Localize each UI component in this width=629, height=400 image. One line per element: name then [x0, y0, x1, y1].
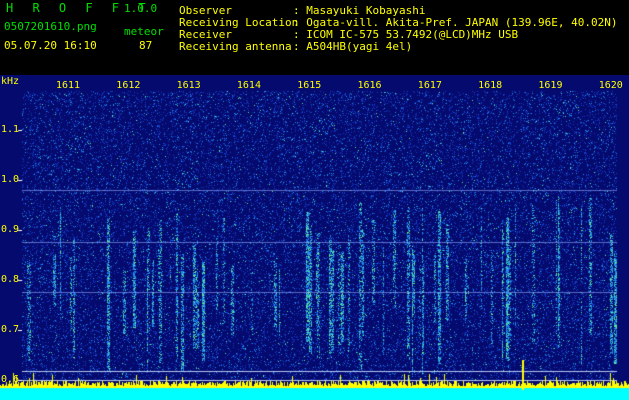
app-version: 1.0.0: [124, 2, 158, 15]
info-key-antenna: Receiving antenna: [179, 40, 292, 53]
detection-count: 87: [139, 39, 153, 52]
mode-label: meteor: [124, 25, 164, 38]
file-name: 0507201610.png: [4, 20, 97, 33]
spectrogram-canvas: [0, 75, 629, 400]
timestamp: 05.07.20 16:10: [4, 39, 97, 52]
info-value-antenna: : A504HB(yagi 4el): [293, 40, 413, 53]
header-panel: H R O F F T 1.0.0 0507201610.png meteor …: [0, 0, 629, 75]
